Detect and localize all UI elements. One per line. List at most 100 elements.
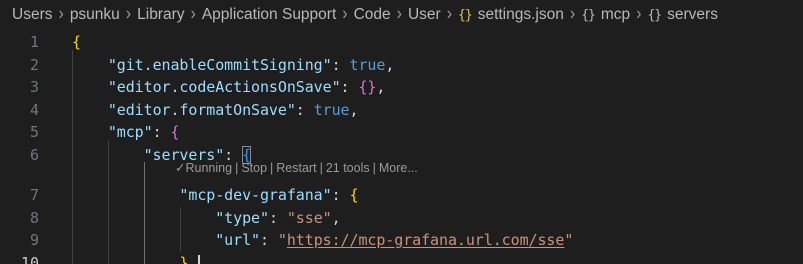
code-line[interactable]: 4 "editor.formatOnSave": true, (0, 99, 803, 122)
code-token: " (277, 231, 287, 249)
code-token: { (170, 123, 180, 141)
line-number: 3 (29, 78, 39, 96)
line-number: 6 (29, 146, 39, 164)
breadcrumb-symbol-label: servers (667, 6, 718, 23)
code-token: " (564, 231, 574, 249)
breadcrumb-file-label: settings.json (477, 6, 564, 23)
code-token: , (385, 56, 395, 74)
vscode-editor-window: Users › psunku › Library › Application S… (0, 0, 803, 264)
line-number: 7 (29, 186, 39, 204)
code-token: true (313, 101, 350, 119)
code-token: : (331, 56, 350, 74)
code-line[interactable]: 10 }, (0, 252, 803, 264)
codelens-restart[interactable]: Restart (276, 161, 316, 175)
code-line[interactable]: 3 "editor.codeActionsOnSave": {}, (0, 76, 803, 99)
code-line[interactable]: 5 "mcp": { (0, 121, 803, 144)
code-token: , (349, 101, 359, 119)
codelens-separator: | (235, 161, 239, 175)
line-number: 8 (29, 209, 39, 227)
code-token: "sse" (286, 209, 332, 227)
object-symbol-icon: {} (581, 8, 596, 23)
codelens-separator: | (372, 161, 376, 175)
code-token: , (376, 78, 386, 96)
code-token: { (349, 186, 359, 204)
chevron-right-icon: › (636, 4, 642, 25)
codelens-tools[interactable]: 21 tools (326, 161, 370, 175)
code-token: : (259, 231, 278, 249)
code-line[interactable]: 8 "type": "sse", (0, 207, 803, 230)
code-line[interactable]: 2 "git.enableCommitSigning": true, (0, 54, 803, 77)
code-token: : (340, 78, 359, 96)
chevron-right-icon: › (396, 4, 402, 25)
code-text: "mcp": { (72, 121, 180, 144)
code-text: "editor.codeActionsOnSave": {}, (72, 76, 386, 99)
codelens-more[interactable]: More... (379, 161, 418, 175)
code-text: "editor.formatOnSave": true, (72, 99, 359, 122)
code-token: : (268, 209, 287, 227)
chevron-right-icon: › (125, 4, 132, 25)
code-token: "mcp" (107, 123, 153, 141)
line-number: 10 (20, 254, 39, 264)
breadcrumb-item-psunku[interactable]: psunku (70, 6, 120, 24)
breadcrumb-item-settings-json[interactable]: {} settings.json (458, 6, 564, 24)
code-token: "editor.codeActionsOnSave" (107, 78, 341, 96)
code-token: { (72, 33, 81, 51)
codelens-separator: | (270, 161, 274, 175)
code-token: : (295, 101, 314, 119)
code-text: "mcp-dev-grafana": { (72, 184, 358, 207)
code-line[interactable]: 7 "mcp-dev-grafana": { (0, 184, 803, 207)
mcp-server-codelens: ✓Running | Stop | Restart | 21 tools | More... (175, 159, 418, 177)
code-token: "git.enableCommitSigning" (107, 56, 332, 74)
text-cursor (198, 254, 201, 264)
breadcrumb-item-code[interactable]: Code (354, 6, 391, 24)
chevron-right-icon: › (58, 4, 64, 25)
code-token: {} (358, 78, 377, 96)
code-editor[interactable]: 1{2 "git.enableCommitSigning": true, 3 "e… (0, 28, 803, 264)
chevron-right-icon: › (190, 4, 196, 25)
url-link[interactable]: https://mcp-grafana.url.com/sse (287, 231, 565, 249)
line-number: 9 (29, 231, 39, 249)
code-text: "type": "sse", (72, 207, 341, 230)
codelens-stop[interactable]: Stop (241, 161, 267, 175)
code-token: "editor.formatOnSave" (107, 101, 296, 119)
code-token: "type" (215, 209, 269, 227)
code-text: "git.enableCommitSigning": true, (72, 54, 395, 77)
code-text: "url": "https://mcp-grafana.url.com/sse" (72, 229, 573, 252)
code-line[interactable]: 9 "url": "https://mcp-grafana.url.com/ss… (0, 229, 803, 252)
chevron-right-icon: › (569, 4, 576, 25)
code-token: : (331, 186, 350, 204)
object-symbol-icon: {} (647, 8, 662, 23)
breadcrumb: Users › psunku › Library › Application S… (0, 0, 803, 30)
breadcrumb-item-users[interactable]: Users (12, 6, 52, 24)
codelens-running[interactable]: Running (185, 161, 232, 175)
breadcrumb-item-application-support[interactable]: Application Support (202, 6, 336, 24)
chevron-right-icon: › (342, 4, 348, 25)
code-token: "url" (215, 231, 260, 249)
json-file-icon: {} (458, 8, 473, 23)
breadcrumb-item-mcp[interactable]: {} mcp (581, 6, 630, 24)
line-number: 2 (29, 56, 39, 74)
code-token: "mcp-dev-grafana" (179, 186, 332, 204)
code-token: true (349, 56, 386, 74)
code-token: : (152, 123, 171, 141)
breadcrumb-item-servers[interactable]: {} servers (647, 6, 717, 24)
code-text: { (72, 31, 81, 54)
code-token: , (188, 254, 198, 264)
line-number: 1 (29, 33, 39, 51)
code-line[interactable]: 1{ (0, 31, 803, 54)
breadcrumb-item-user[interactable]: User (408, 6, 441, 24)
breadcrumb-item-library[interactable]: Library (137, 6, 184, 24)
breadcrumb-symbol-label: mcp (600, 6, 631, 23)
line-number: 5 (29, 123, 39, 141)
line-number: 4 (29, 101, 39, 119)
check-icon: ✓ (175, 161, 186, 175)
code-token: , (331, 209, 341, 227)
code-text: }, (72, 252, 201, 264)
